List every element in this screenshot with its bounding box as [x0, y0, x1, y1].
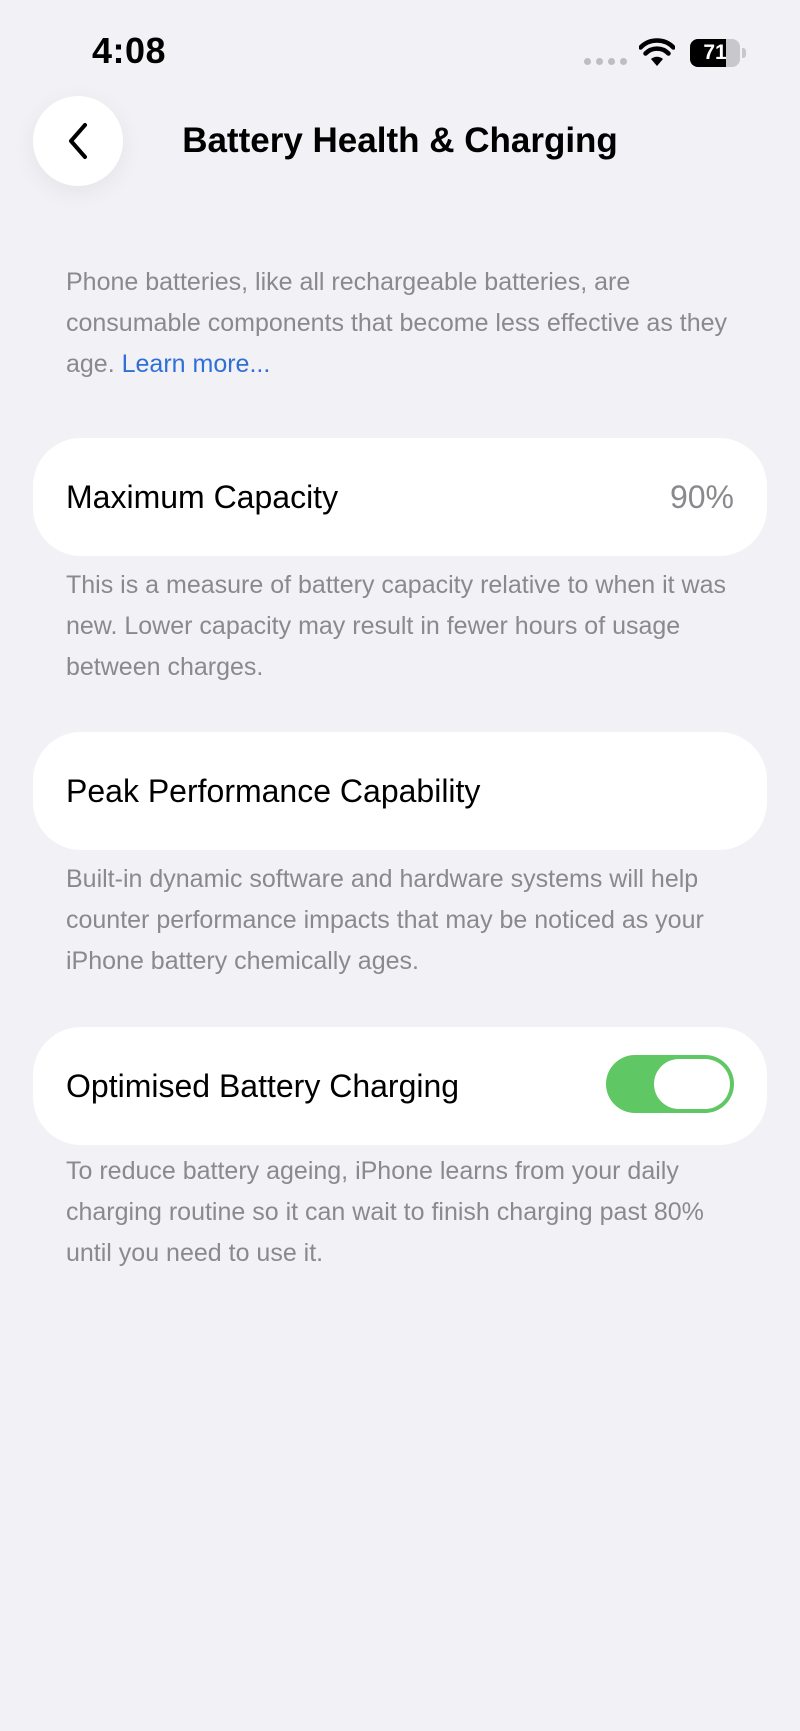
intro-description: Phone batteries, like all rechargeable b…	[66, 262, 736, 385]
battery-level: 71	[703, 41, 727, 64]
toggle-knob	[654, 1059, 730, 1109]
maximum-capacity-description: This is a measure of battery capacity re…	[66, 571, 727, 681]
maximum-capacity-label: Maximum Capacity	[66, 479, 339, 515]
maximum-capacity-row: Maximum Capacity 90%	[33, 438, 767, 556]
optimised-charging-row: Optimised Battery Charging	[33, 1027, 767, 1145]
status-bar: 4:08 71	[0, 0, 800, 100]
peak-performance-row[interactable]: Peak Performance Capability	[33, 732, 767, 850]
maximum-capacity-value: 90%	[669, 479, 734, 515]
optimised-charging-description: To reduce battery ageing, iPhone learns …	[66, 1157, 704, 1267]
optimised-charging-toggle[interactable]	[606, 1055, 734, 1113]
status-time: 4:08	[92, 30, 167, 71]
battery-icon: 71	[690, 39, 748, 67]
cellular-signal-icon	[584, 58, 627, 65]
learn-more-link[interactable]: Learn more...	[122, 350, 271, 378]
page-title: Battery Health & Charging	[182, 121, 618, 160]
peak-performance-description: Built-in dynamic software and hardware s…	[66, 865, 704, 975]
wifi-icon	[639, 38, 675, 66]
optimised-charging-label: Optimised Battery Charging	[66, 1068, 460, 1104]
peak-performance-label: Peak Performance Capability	[66, 773, 481, 809]
